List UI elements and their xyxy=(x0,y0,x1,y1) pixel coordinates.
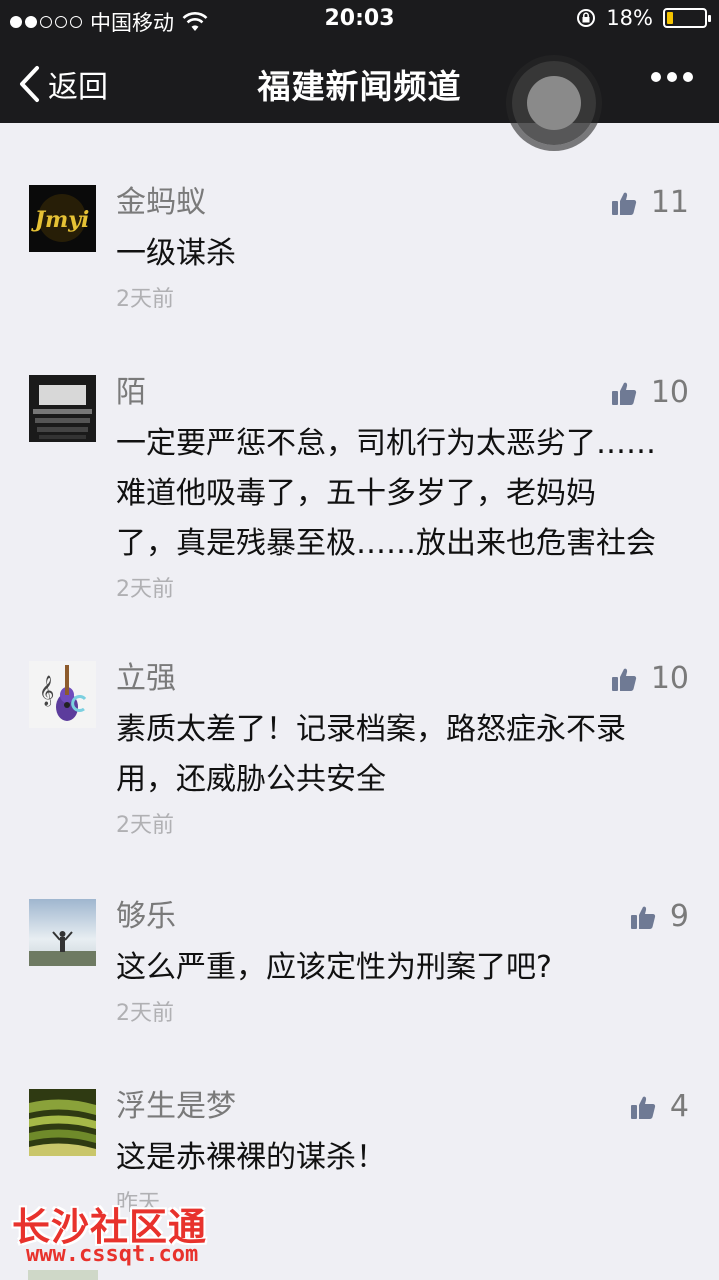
like-button[interactable]: 11 xyxy=(611,185,689,220)
comment-author[interactable]: 够乐 xyxy=(116,897,696,937)
comment-body: 立强 素质太差了！记录档案，路怒症永不录 用，还威胁公共安全 2天前 xyxy=(116,659,696,841)
comment-text: 一定要严惩不怠，司机行为太恶劣了…… 难道他吸毒了，五十多岁了，老妈妈 了，真是… xyxy=(116,426,656,561)
comment-time: 2天前 xyxy=(116,577,174,602)
comment-time: 2天前 xyxy=(116,287,174,312)
more-options-icon[interactable] xyxy=(651,72,693,82)
thumbs-up-icon xyxy=(611,192,636,215)
thumbs-up-icon xyxy=(630,906,656,929)
rotation-lock-icon xyxy=(577,9,596,27)
assistive-touch-button[interactable] xyxy=(512,61,596,145)
comment-text: 这是赤裸裸的谋杀！ xyxy=(116,1140,386,1175)
svg-text:𝄞: 𝄞 xyxy=(39,675,54,707)
like-button[interactable]: 10 xyxy=(611,375,689,410)
like-button[interactable]: 10 xyxy=(611,661,689,696)
page-title: 福建新闻频道 xyxy=(257,67,462,106)
like-count: 4 xyxy=(669,1089,689,1124)
comment-body: 够乐 这么严重，应该定性为刑案了吧? 2天前 xyxy=(116,897,696,1029)
battery-level xyxy=(667,12,674,24)
like-button[interactable]: 9 xyxy=(630,899,689,934)
comment-author[interactable]: 立强 xyxy=(116,659,696,699)
status-right: 18% xyxy=(576,6,711,30)
like-button[interactable]: 4 xyxy=(630,1089,689,1124)
battery-percent: 18% xyxy=(606,6,653,30)
guitar-avatar[interactable]: 𝄞 xyxy=(29,661,96,728)
comment-body: 金蚂蚁 一级谋杀 2天前 xyxy=(116,183,696,315)
like-count: 9 xyxy=(669,899,689,934)
status-bar: 中国移动 20:03 18% xyxy=(0,0,719,40)
comment-time: 2天前 xyxy=(116,813,174,838)
thumbs-up-icon xyxy=(611,668,636,691)
like-count: 10 xyxy=(650,661,689,696)
comment-text: 素质太差了！记录档案，路怒症永不录 用，还威胁公共安全 xyxy=(116,712,626,797)
like-count: 10 xyxy=(650,375,689,410)
comment-time: 2天前 xyxy=(116,1001,174,1026)
next-avatar-partial xyxy=(28,1270,98,1280)
comment-text: 这么严重，应该定性为刑案了吧? xyxy=(116,950,552,985)
comment-text: 一级谋杀 xyxy=(116,236,236,271)
navigation-bar: 返回 福建新闻频道 xyxy=(0,40,719,145)
comment-body: 陌 一定要严惩不怠，司机行为太恶劣了…… 难道他吸毒了，五十多岁了，老妈妈 了，… xyxy=(116,373,696,605)
sky-person-avatar[interactable] xyxy=(29,899,96,966)
terraced-field-avatar[interactable] xyxy=(29,1089,96,1156)
comment-author[interactable]: 浮生是梦 xyxy=(116,1087,696,1127)
comment-author[interactable]: 金蚂蚁 xyxy=(116,183,696,223)
thumbs-up-icon xyxy=(611,382,636,405)
svg-text:Jmyi: Jmyi xyxy=(31,207,90,233)
theater-avatar[interactable] xyxy=(29,375,96,442)
thumbs-up-icon xyxy=(630,1096,656,1119)
watermark-url: www.cssqt.com xyxy=(26,1242,199,1267)
battery-icon xyxy=(663,8,711,28)
like-count: 11 xyxy=(650,185,689,220)
comment-author[interactable]: 陌 xyxy=(116,373,696,413)
jmyi-logo-avatar[interactable]: Jmyi xyxy=(29,185,96,252)
